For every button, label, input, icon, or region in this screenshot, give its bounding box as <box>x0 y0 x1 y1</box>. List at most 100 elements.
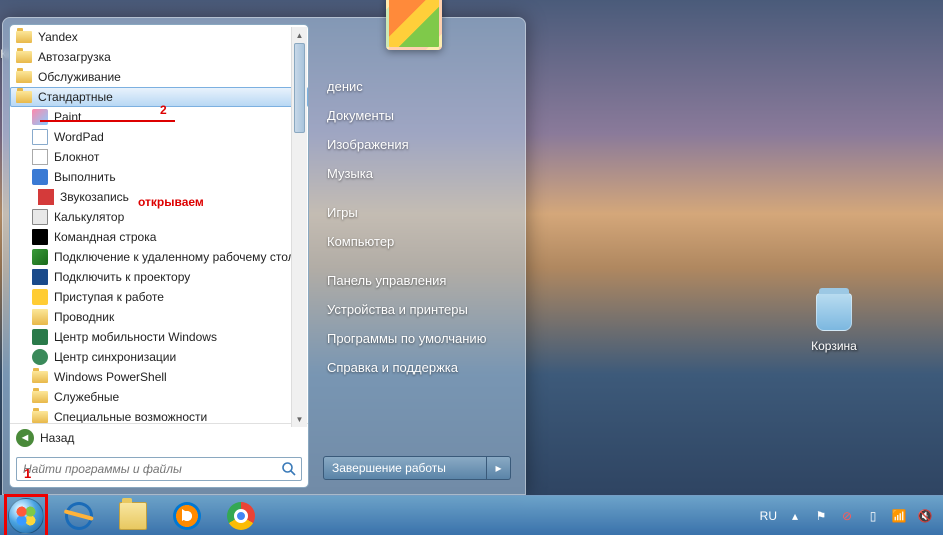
folder-icon <box>32 371 48 383</box>
right-panel-link[interactable]: Справка и поддержка <box>323 353 511 382</box>
scrollbar[interactable]: ▲ ▼ <box>291 27 307 427</box>
app-item[interactable]: Подключить к проектору <box>10 267 308 287</box>
annotation-open-text: открываем <box>138 195 204 209</box>
taskbar: RU ▴ ⚑ ⊘ ▯ 📶 🔇 <box>0 495 943 535</box>
app-label: Командная строка <box>54 230 156 244</box>
folder-icon <box>16 31 32 43</box>
app-icon <box>32 149 48 165</box>
taskbar-explorer[interactable] <box>108 499 158 533</box>
desktop-icon-label: Корзина <box>811 339 857 353</box>
system-tray: RU ▴ ⚑ ⊘ ▯ 📶 🔇 <box>750 508 943 524</box>
security-alert-icon[interactable]: ⊘ <box>839 508 855 524</box>
volume-muted-icon[interactable]: 🔇 <box>917 508 933 524</box>
app-icon <box>32 329 48 345</box>
start-menu-right-panel: денис ДокументыИзображенияМузыка ИгрыКомп… <box>309 24 519 488</box>
folder-label: Стандартные <box>38 90 113 104</box>
app-item[interactable]: Выполнить <box>10 167 308 187</box>
back-button[interactable]: ◄ Назад <box>10 423 308 451</box>
flag-icon[interactable]: ⚑ <box>813 508 829 524</box>
taskbar-media-player[interactable] <box>162 499 212 533</box>
right-panel-link[interactable]: Панель управления <box>323 266 511 295</box>
app-item[interactable]: Приступая к работе <box>10 287 308 307</box>
start-button[interactable] <box>6 496 46 535</box>
user-avatar[interactable] <box>386 0 442 50</box>
right-panel-link[interactable]: Документы <box>323 101 511 130</box>
app-icon <box>32 249 48 265</box>
app-item[interactable]: Центр мобильности Windows <box>10 327 308 347</box>
app-item[interactable]: Центр синхронизации <box>10 347 308 367</box>
right-panel-link[interactable]: Игры <box>323 198 511 227</box>
folder-item[interactable]: Автозагрузка <box>10 47 308 67</box>
folder-item[interactable]: Стандартные <box>10 87 308 107</box>
user-link[interactable]: денис <box>323 72 511 101</box>
app-label: Блокнот <box>54 150 99 164</box>
chevron-right-icon: ▸ <box>495 461 501 475</box>
folder-label: Обслуживание <box>38 70 121 84</box>
app-label: Приступая к работе <box>54 290 164 304</box>
start-menu: Yandex Автозагрузка Обслуживание Стандартны… <box>2 17 526 495</box>
app-icon <box>38 189 54 205</box>
scroll-up-icon[interactable]: ▲ <box>292 27 307 43</box>
scroll-thumb[interactable] <box>294 43 305 133</box>
shutdown-group: Завершение работы ▸ <box>323 456 511 480</box>
right-panel-link[interactable]: Музыка <box>323 159 511 188</box>
network-icon[interactable]: 📶 <box>891 508 907 524</box>
folder-icon <box>32 411 48 423</box>
app-icon <box>32 169 48 185</box>
folder-item[interactable]: Специальные возможности <box>10 407 308 423</box>
back-label: Назад <box>40 431 74 445</box>
folder-label: Служебные <box>54 390 119 404</box>
start-menu-left-panel: Yandex Автозагрузка Обслуживание Стандартны… <box>9 24 309 488</box>
folder-label: Автозагрузка <box>38 50 111 64</box>
folder-icon <box>16 51 32 63</box>
language-indicator[interactable]: RU <box>760 509 777 523</box>
shutdown-button[interactable]: Завершение работы <box>323 456 487 480</box>
folder-item[interactable]: Yandex <box>10 27 308 47</box>
programs-list: Yandex Автозагрузка Обслуживание Стандартны… <box>10 25 308 423</box>
chrome-icon <box>227 502 255 530</box>
app-item[interactable]: Калькулятор <box>10 207 308 227</box>
recycle-bin-icon <box>810 288 858 336</box>
app-item[interactable]: Paint <box>10 107 308 127</box>
folder-icon <box>16 71 32 83</box>
app-item[interactable]: Подключение к удаленному рабочему стол..… <box>10 247 308 267</box>
annotation-underline <box>40 120 175 122</box>
folder-item[interactable]: Обслуживание <box>10 67 308 87</box>
folder-label: Windows PowerShell <box>54 370 167 384</box>
shutdown-options-button[interactable]: ▸ <box>487 456 511 480</box>
folder-icon <box>32 391 48 403</box>
app-label: Проводник <box>54 310 114 324</box>
folder-item[interactable]: Windows PowerShell <box>10 367 308 387</box>
search-input[interactable] <box>16 457 302 481</box>
taskbar-ie[interactable] <box>54 499 104 533</box>
folder-label: Специальные возможности <box>54 410 207 423</box>
app-label: Центр синхронизации <box>54 350 176 364</box>
app-item[interactable]: Командная строка <box>10 227 308 247</box>
search-box <box>16 457 302 481</box>
taskbar-chrome[interactable] <box>216 499 266 533</box>
app-icon <box>32 309 48 325</box>
app-item[interactable]: Проводник <box>10 307 308 327</box>
right-panel-link[interactable]: Программы по умолчанию <box>323 324 511 353</box>
right-panel-link[interactable]: Компьютер <box>323 227 511 256</box>
tray-chevron-up-icon[interactable]: ▴ <box>787 508 803 524</box>
ie-icon <box>62 498 96 532</box>
scroll-down-icon[interactable]: ▼ <box>292 411 307 427</box>
folder-item[interactable]: Служебные <box>10 387 308 407</box>
right-panel-link[interactable]: Устройства и принтеры <box>323 295 511 324</box>
app-icon <box>32 229 48 245</box>
windows-logo-icon <box>8 498 44 534</box>
desktop-icon-recycle-bin[interactable]: Корзина <box>798 288 870 353</box>
app-item[interactable]: Блокнот <box>10 147 308 167</box>
app-item[interactable]: WordPad <box>10 127 308 147</box>
app-label: Выполнить <box>54 170 116 184</box>
app-label: Калькулятор <box>54 210 124 224</box>
app-label: Подключение к удаленному рабочему стол..… <box>54 250 305 264</box>
battery-icon[interactable]: ▯ <box>865 508 881 524</box>
app-icon <box>32 129 48 145</box>
right-panel-link[interactable]: Изображения <box>323 130 511 159</box>
folder-icon <box>16 91 32 103</box>
app-label: Звукозапись <box>60 190 129 204</box>
app-label: Центр мобильности Windows <box>54 330 217 344</box>
media-player-icon <box>173 502 201 530</box>
